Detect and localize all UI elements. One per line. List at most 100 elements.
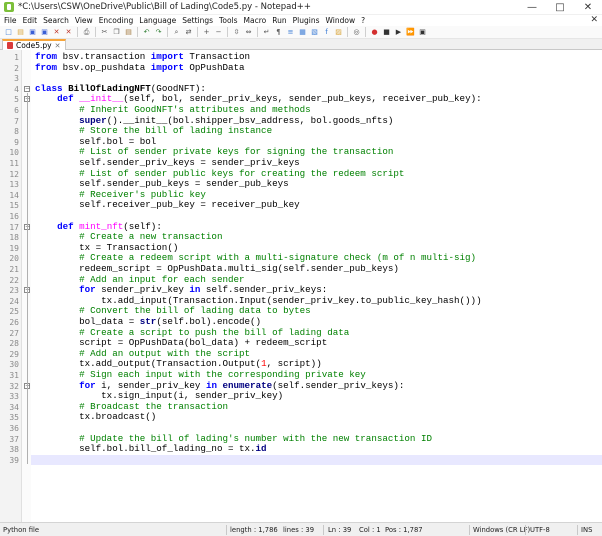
close-all-icon[interactable]: ✕ — [63, 27, 74, 38]
lang-icon[interactable]: ▦ — [297, 27, 308, 38]
line-number: 20 — [9, 254, 19, 264]
close-document-icon[interactable]: ✕ — [590, 15, 598, 25]
undo-icon[interactable]: ↶ — [141, 27, 152, 38]
replace-icon[interactable]: ⇄ — [183, 27, 194, 38]
status-insert-mode[interactable]: INS — [581, 526, 592, 534]
save-icon[interactable]: ▣ — [27, 27, 38, 38]
close-icon[interactable]: ✕ — [51, 27, 62, 38]
line-number: 30 — [9, 360, 19, 370]
line-number: 34 — [9, 402, 19, 412]
tab-bar: Code5.py ✕ — [0, 39, 602, 50]
tab-label: Code5.py — [16, 41, 52, 50]
folder-workspace-icon[interactable]: ▨ — [333, 27, 344, 38]
sync-v-icon[interactable]: ⇳ — [231, 27, 242, 38]
menu-encoding[interactable]: Encoding — [99, 16, 134, 25]
toolbar-separator — [95, 27, 96, 37]
menu-file[interactable]: File — [4, 16, 17, 25]
paste-icon[interactable]: ▤ — [123, 27, 134, 38]
line-number: 13 — [9, 180, 19, 190]
cut-icon[interactable]: ✂ — [99, 27, 110, 38]
zoom-out-icon[interactable]: − — [213, 27, 224, 38]
play-multiple-icon[interactable]: ⏩ — [405, 27, 416, 38]
minimize-button[interactable]: — — [518, 0, 546, 15]
doc-map-icon[interactable]: ▧ — [309, 27, 320, 38]
line-number: 15 — [9, 201, 19, 211]
menu-edit[interactable]: Edit — [23, 16, 38, 25]
toolbar-separator — [137, 27, 138, 37]
menu-window[interactable]: Window — [326, 16, 356, 25]
line-number: 7 — [14, 116, 19, 126]
status-divider — [226, 525, 227, 535]
code-line[interactable]: self.receiver_pub_key = receiver_pub_key — [35, 200, 300, 211]
line-number: 36 — [9, 424, 19, 433]
line-number: 6 — [14, 106, 19, 115]
line-number: 37 — [9, 434, 19, 444]
status-encoding[interactable]: UTF-8 — [530, 526, 550, 534]
line-number: 18 — [9, 233, 19, 243]
line-number: 14 — [9, 190, 19, 200]
window-title: *C:\Users\CSW\OneDrive\Public\Bill of La… — [18, 2, 312, 12]
record-macro-icon[interactable]: ● — [369, 27, 380, 38]
line-number: 12 — [9, 169, 19, 179]
save-macro-icon[interactable]: ▣ — [417, 27, 428, 38]
status-file-type: Python file — [3, 526, 40, 534]
menu-view[interactable]: View — [75, 16, 93, 25]
open-file-icon[interactable]: ▤ — [15, 27, 26, 38]
play-macro-icon[interactable]: ▶ — [393, 27, 404, 38]
func-list-icon[interactable]: f — [321, 27, 332, 38]
copy-icon[interactable]: ❐ — [111, 27, 122, 38]
menu-help[interactable]: ? — [361, 16, 365, 25]
sync-h-icon[interactable]: ⇔ — [243, 27, 254, 38]
line-number: 28 — [9, 339, 19, 349]
tab-close-icon[interactable]: ✕ — [55, 42, 61, 50]
line-number: 22 — [9, 275, 19, 285]
line-number: 38 — [9, 445, 19, 455]
line-number: 4 — [14, 84, 19, 94]
close-window-button[interactable]: ✕ — [574, 0, 602, 15]
toolbar: □ ▤ ▣ ▣ ✕ ✕ ⎙ ✂ ❐ ▤ ↶ ↷ ⌕ ⇄ + − ⇳ ⇔ ↵ ¶ ≡ ▦ ▧ f ▨ ◎ ● ■ ▶ ⏩ ▣ — [0, 26, 602, 39]
monitor-icon[interactable]: ◎ — [351, 27, 362, 38]
code-line[interactable]: from bsv.op_pushdata import OpPushData — [35, 62, 245, 74]
line-number: 27 — [9, 328, 19, 338]
menu-run[interactable]: Run — [272, 16, 286, 25]
print-icon[interactable]: ⎙ — [81, 27, 92, 38]
toolbar-separator — [257, 27, 258, 37]
fold-toggle-icon[interactable]: − — [24, 85, 30, 92]
line-number: 25 — [9, 307, 19, 317]
menu-tools[interactable]: Tools — [219, 16, 237, 25]
code-line[interactable]: self.bol.bill_of_lading_no = tx.id — [35, 443, 266, 455]
line-number: 10 — [9, 148, 19, 158]
line-number: 8 — [14, 127, 19, 137]
menu-settings[interactable]: Settings — [182, 16, 213, 25]
code-editor[interactable]: 1 from bsv.transaction import Transaction… — [0, 50, 602, 522]
maximize-button[interactable]: □ — [546, 0, 574, 15]
show-all-icon[interactable]: ¶ — [273, 27, 284, 38]
line-number: 35 — [9, 413, 19, 423]
line-number: 23 — [9, 286, 19, 296]
tab-code5-py[interactable]: Code5.py ✕ — [2, 39, 67, 50]
menu-plugins[interactable]: Plugins — [293, 16, 320, 25]
status-eol[interactable]: Windows (CR LF) — [473, 526, 530, 534]
menu-macro[interactable]: Macro — [244, 16, 267, 25]
code-line[interactable]: tx.broadcast() — [35, 412, 156, 423]
line-number: 21 — [9, 265, 19, 274]
line-number: 5 — [14, 95, 19, 105]
save-all-icon[interactable]: ▣ — [39, 27, 50, 38]
redo-icon[interactable]: ↷ — [153, 27, 164, 38]
word-wrap-icon[interactable]: ↵ — [261, 27, 272, 38]
line-number: 29 — [9, 349, 19, 359]
menu-search[interactable]: Search — [43, 16, 69, 25]
zoom-in-icon[interactable]: + — [201, 27, 212, 38]
indent-guide-icon[interactable]: ≡ — [285, 27, 296, 38]
code-line[interactable] — [31, 454, 602, 466]
toolbar-separator — [197, 27, 198, 37]
line-number: 19 — [9, 243, 19, 253]
status-col: Col : 1 — [359, 526, 381, 534]
new-file-icon[interactable]: □ — [3, 27, 14, 38]
menu-language[interactable]: Language — [139, 16, 176, 25]
line-number: 1 — [14, 53, 19, 62]
status-divider — [469, 525, 470, 535]
stop-macro-icon[interactable]: ■ — [381, 27, 392, 38]
find-icon[interactable]: ⌕ — [171, 27, 182, 38]
status-lines: lines : 39 — [283, 526, 315, 534]
